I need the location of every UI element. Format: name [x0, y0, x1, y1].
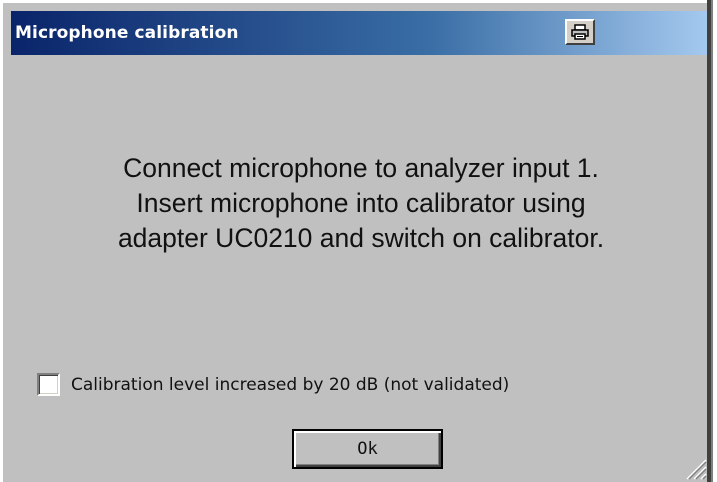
dialog-title: Microphone calibration: [15, 23, 239, 43]
instruction-message: Connect microphone to analyzer input 1. …: [11, 151, 711, 256]
ok-button[interactable]: Ok: [292, 429, 443, 469]
instruction-line-1: Connect microphone to analyzer input 1.: [123, 153, 599, 183]
calibration-level-checkbox[interactable]: [37, 373, 60, 396]
instruction-line-3: adapter UC0210 and switch on calibrator.: [117, 223, 605, 253]
calibration-dialog: Microphone calibration Connect microphon…: [0, 0, 717, 482]
calibration-level-label[interactable]: Calibration level increased by 20 dB (no…: [71, 375, 509, 395]
title-bar[interactable]: Microphone calibration: [11, 11, 711, 55]
calibration-level-option[interactable]: Calibration level increased by 20 dB (no…: [37, 373, 509, 396]
print-button[interactable]: [565, 19, 595, 45]
printer-icon: [571, 24, 589, 40]
window-right-border: [707, 0, 717, 482]
resize-grip-icon[interactable]: [683, 456, 707, 480]
instruction-line-2: Insert microphone into calibrator using: [136, 188, 586, 218]
